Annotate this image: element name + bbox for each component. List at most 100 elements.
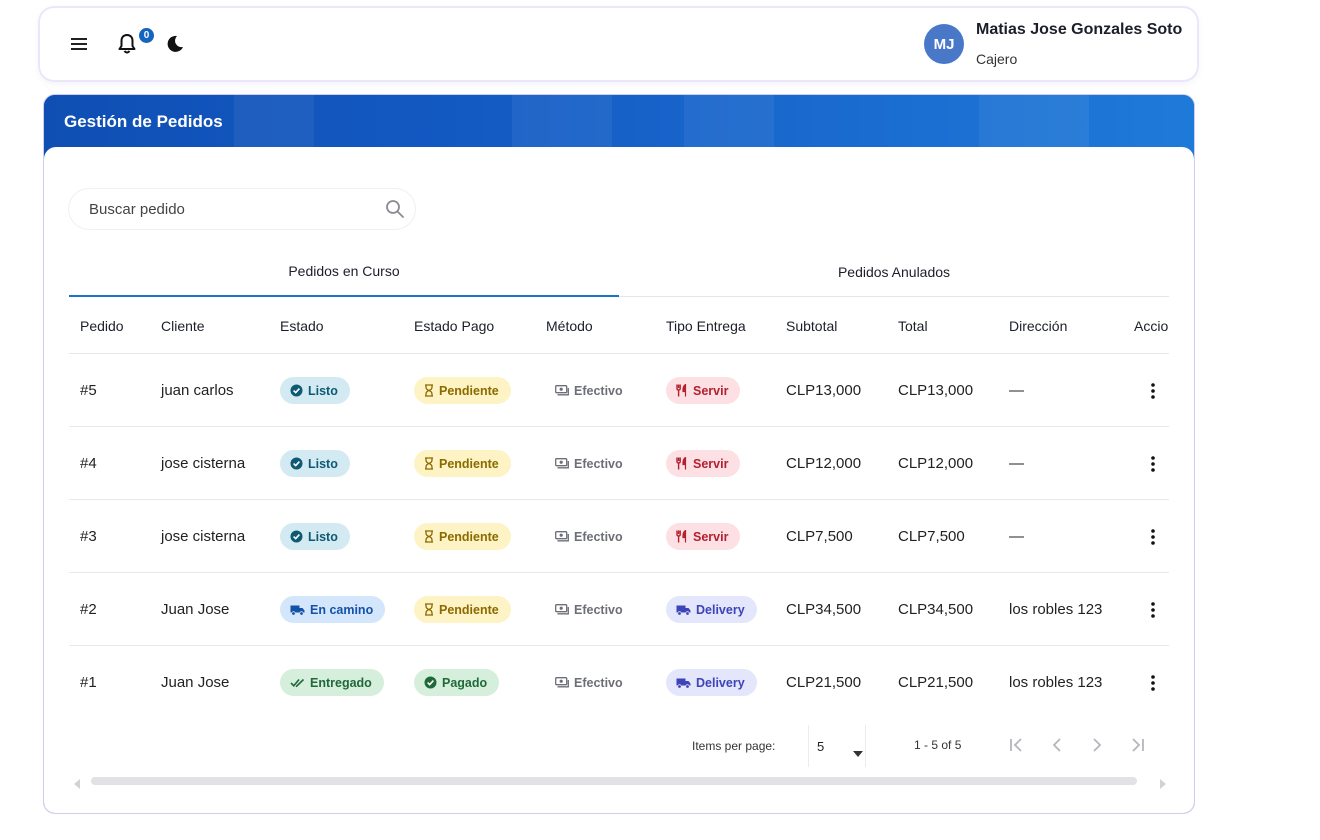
- scrollbar-thumb[interactable]: [91, 777, 1137, 785]
- column-header-subtotal[interactable]: Subtotal: [786, 298, 837, 354]
- payment-status-label: Pendiente: [439, 456, 499, 471]
- payment-status-label: Pendiente: [439, 529, 499, 544]
- order-number: #5: [80, 382, 97, 399]
- bell-icon[interactable]: [110, 8, 144, 80]
- payment-method: Efectivo: [555, 530, 623, 544]
- search-input[interactable]: [89, 189, 369, 229]
- column-header-total[interactable]: Total: [898, 298, 928, 354]
- column-header-direccion[interactable]: Dirección: [1009, 298, 1067, 354]
- cash-icon: [555, 385, 569, 396]
- last-page-icon[interactable]: [1122, 730, 1152, 760]
- table-row[interactable]: #2 Juan Jose En camino Pendiente Efectivo Del…: [69, 573, 1169, 646]
- user-role: Cajero: [976, 51, 1018, 67]
- total: CLP13,000: [898, 382, 974, 399]
- status-label: Listo: [308, 529, 338, 544]
- more-vert-icon[interactable]: [1143, 449, 1163, 479]
- more-vert-icon[interactable]: [1143, 668, 1163, 698]
- check-circle-icon: [290, 384, 303, 397]
- delivery-type-cell: Servir: [666, 354, 741, 427]
- subtotal: CLP21,500: [786, 674, 862, 691]
- next-page-icon[interactable]: [1082, 730, 1112, 760]
- column-header-metodo[interactable]: Método: [546, 298, 593, 354]
- page-range: 1 - 5 of 5: [914, 738, 962, 752]
- payment-method: Efectivo: [555, 676, 623, 690]
- client-name: Juan Jose: [161, 674, 230, 691]
- column-header-estado[interactable]: Estado: [280, 298, 324, 354]
- payment-status-badge: Pendiente: [414, 523, 511, 550]
- column-header-estado-pago[interactable]: Estado Pago: [414, 298, 494, 354]
- payment-method-label: Efectivo: [574, 602, 623, 617]
- more-vert-icon[interactable]: [1143, 522, 1163, 552]
- payment-method-label: Efectivo: [574, 529, 623, 544]
- check-circle-icon: [290, 530, 303, 543]
- payment-status-label: Pagado: [442, 675, 488, 690]
- column-header-pedido[interactable]: Pedido: [80, 298, 124, 354]
- status-badge: Listo: [280, 450, 350, 477]
- cash-icon: [555, 677, 569, 688]
- order-number: #3: [80, 528, 97, 545]
- payment-status-cell: Pendiente: [414, 427, 511, 500]
- delivery-type-badge: Servir: [666, 523, 741, 550]
- payment-method: Efectivo: [555, 457, 623, 471]
- order-number: #1: [80, 674, 97, 691]
- table-row[interactable]: #4 jose cisterna Listo Pendiente Efectivo Ser…: [69, 427, 1169, 500]
- status-cell: Listo: [280, 500, 350, 573]
- payment-status-cell: Pendiente: [414, 573, 511, 646]
- client-name: jose cisterna: [161, 528, 246, 545]
- client-name: jose cisterna: [161, 455, 246, 472]
- delivery-type-badge: Servir: [666, 450, 741, 477]
- more-vert-icon[interactable]: [1143, 595, 1163, 625]
- table-row[interactable]: #1 Juan Jose Entregado Pagado Efectivo Delive…: [69, 646, 1169, 719]
- payment-method-cell: Efectivo: [555, 646, 623, 719]
- table-row[interactable]: #3 jose cisterna Listo Pendiente Efectivo Ser…: [69, 500, 1169, 573]
- cash-icon: [555, 604, 569, 615]
- utensils-icon: [676, 457, 688, 470]
- total: CLP7,500: [898, 528, 965, 545]
- status-cell: Listo: [280, 427, 350, 500]
- address: los robles 123: [1009, 601, 1103, 618]
- card-header: Gestión de Pedidos: [44, 95, 1194, 155]
- address: —: [1009, 455, 1024, 472]
- page-size-value: 5: [817, 739, 825, 754]
- first-page-icon[interactable]: [1002, 730, 1032, 760]
- delivery-type-label: Delivery: [696, 675, 745, 690]
- truck-icon: [290, 604, 305, 616]
- delivery-type-label: Servir: [693, 529, 729, 544]
- column-header-cliente[interactable]: Cliente: [161, 298, 205, 354]
- hourglass-icon: [424, 530, 434, 543]
- table-row[interactable]: #5 juan carlos Listo Pendiente Efectivo Servi…: [69, 354, 1169, 427]
- status-label: Listo: [308, 383, 338, 398]
- payment-status-cell: Pendiente: [414, 500, 511, 573]
- scroll-right-icon[interactable]: [1159, 776, 1167, 794]
- menu-icon[interactable]: [62, 8, 96, 80]
- check-circle-icon: [290, 457, 303, 470]
- payment-method: Efectivo: [555, 384, 623, 398]
- previous-page-icon[interactable]: [1042, 730, 1072, 760]
- payment-method-cell: Efectivo: [555, 427, 623, 500]
- status-label: Listo: [308, 456, 338, 471]
- search-icon[interactable]: [385, 199, 405, 224]
- subtotal: CLP34,500: [786, 601, 862, 618]
- total: CLP21,500: [898, 674, 974, 691]
- orders-card: Gestión de Pedidos Pedidos en Curso Pedi…: [43, 94, 1195, 814]
- column-header-tipo-entrega[interactable]: Tipo Entrega: [666, 298, 746, 354]
- hourglass-icon: [424, 384, 434, 397]
- payment-status-cell: Pendiente: [414, 354, 511, 427]
- total: CLP12,000: [898, 455, 974, 472]
- status-label: Entregado: [310, 675, 372, 690]
- avatar[interactable]: MJ: [924, 24, 964, 64]
- more-vert-icon[interactable]: [1143, 376, 1163, 406]
- horizontal-scrollbar[interactable]: [69, 771, 1169, 789]
- actions-cell: [1143, 354, 1163, 427]
- tab-pedidos-en-curso[interactable]: Pedidos en Curso: [69, 247, 619, 297]
- scroll-left-icon[interactable]: [73, 776, 81, 794]
- moon-icon[interactable]: [158, 8, 192, 80]
- delivery-type-label: Servir: [693, 456, 729, 471]
- payment-status-label: Pendiente: [439, 383, 499, 398]
- payment-method-cell: Efectivo: [555, 500, 623, 573]
- page-size-select[interactable]: 5: [808, 725, 866, 767]
- tab-pedidos-anulados[interactable]: Pedidos Anulados: [619, 247, 1169, 297]
- payment-method: Efectivo: [555, 603, 623, 617]
- delivery-type-cell: Delivery: [666, 646, 757, 719]
- table-header: Pedido Cliente Estado Estado Pago Método…: [69, 298, 1169, 354]
